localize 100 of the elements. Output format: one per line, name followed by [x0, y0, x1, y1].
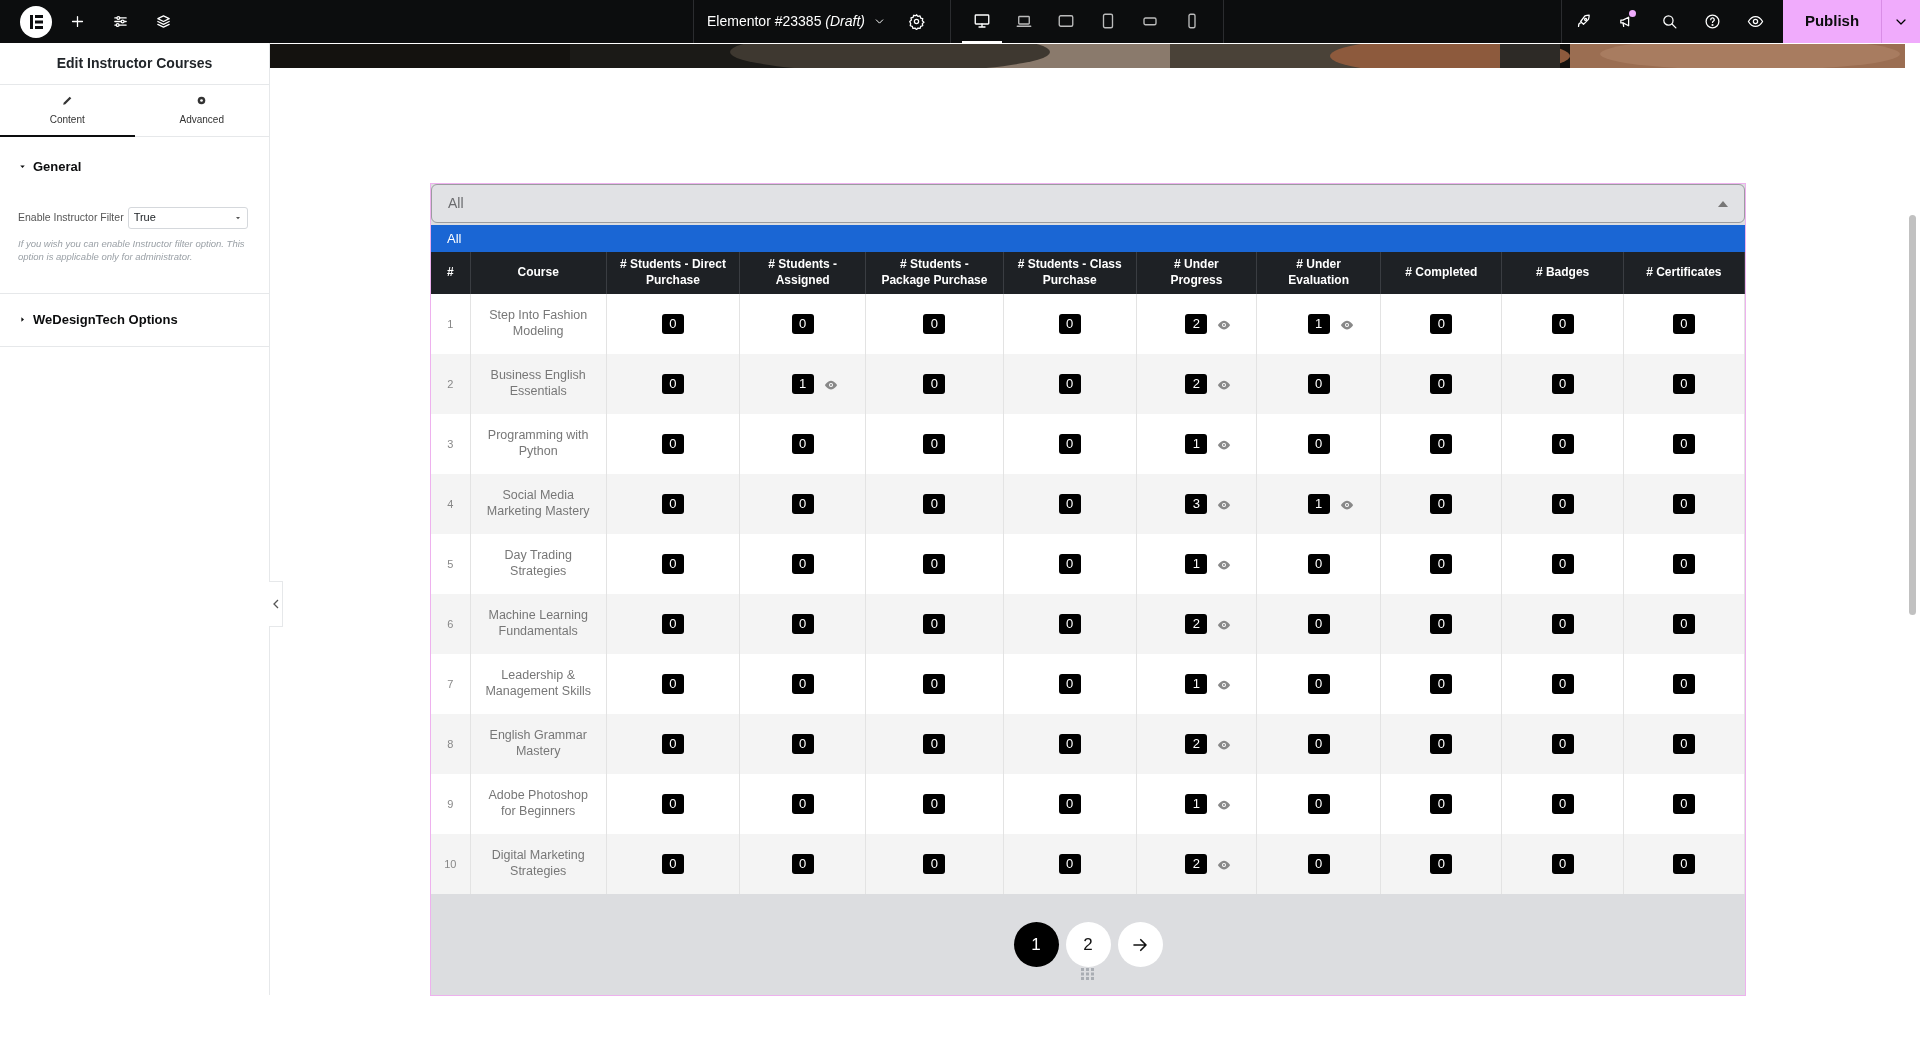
count-badge: 0 [661, 854, 684, 874]
count-badge: 1 [1307, 314, 1330, 334]
panel-tab[interactable]: Content [0, 85, 135, 137]
count-badge: 0 [1307, 734, 1330, 754]
course-name: Social Media Marketing Mastery [485, 487, 591, 520]
add-icon[interactable] [69, 13, 86, 30]
count-badge: 0 [1430, 674, 1453, 694]
row-number: 8 [447, 737, 454, 750]
count-badge: 0 [791, 734, 814, 754]
count-badge: 2 [1185, 374, 1208, 394]
count-badge: 0 [661, 614, 684, 634]
row-number: 7 [447, 677, 454, 690]
eye-icon[interactable] [1217, 618, 1232, 631]
preview-icon[interactable] [1747, 13, 1764, 30]
eye-icon[interactable] [823, 378, 838, 391]
count-badge: 0 [661, 674, 684, 694]
course-name: Day Trading Strategies [503, 547, 573, 580]
help-text: If you wish you can enable Instructor filter option. This option is applicable only for administrator. [18, 236, 246, 264]
layers-icon[interactable] [155, 13, 172, 30]
count-badge: 0 [661, 734, 684, 754]
count-badge: 0 [1551, 854, 1574, 874]
count-badge: 1 [1185, 554, 1208, 574]
column-header: # Students - Class Purchase [1003, 252, 1137, 294]
search-icon[interactable] [1661, 13, 1678, 30]
sliders-icon[interactable] [112, 13, 129, 30]
collapse-handle[interactable] [269, 581, 283, 627]
eye-icon[interactable] [1217, 438, 1232, 451]
count-badge: 0 [1672, 314, 1695, 334]
eye-icon[interactable] [1217, 498, 1232, 511]
page-button[interactable]: 1 [1013, 922, 1059, 967]
logo-icon[interactable] [20, 5, 52, 38]
eye-icon[interactable] [1217, 738, 1232, 751]
count-badge: 0 [1430, 554, 1453, 574]
dropdown-option[interactable]: All [431, 225, 1745, 252]
column-header: # Certificates [1623, 252, 1745, 294]
count-badge: 0 [1430, 314, 1453, 334]
count-badge: 0 [1058, 494, 1081, 514]
column-header: # Badges [1501, 252, 1624, 294]
count-badge: 0 [1672, 374, 1695, 394]
select-field[interactable]: True [127, 206, 248, 229]
eye-icon[interactable] [1217, 378, 1232, 391]
count-badge: 0 [1430, 854, 1453, 874]
count-badge: 0 [923, 314, 946, 334]
count-badge: 1 [1307, 494, 1330, 514]
column-header: Course [470, 252, 607, 294]
count-badge: 0 [1551, 434, 1574, 454]
eye-icon[interactable] [1217, 678, 1232, 691]
filter-select[interactable]: All [431, 184, 1745, 223]
eye-icon[interactable] [1217, 318, 1232, 331]
next-page-button[interactable] [1117, 922, 1163, 967]
eye-icon[interactable] [1217, 798, 1232, 811]
panel-tab[interactable]: Advanced [134, 85, 269, 137]
course-name: Machine Learning Fundamentals [487, 607, 589, 640]
section-header[interactable]: General [18, 157, 82, 177]
count-badge: 0 [1672, 794, 1695, 814]
count-badge: 0 [1058, 374, 1081, 394]
count-badge: 0 [1307, 794, 1330, 814]
count-badge: 0 [1307, 434, 1330, 454]
page-button[interactable]: 2 [1065, 922, 1111, 967]
count-badge: 0 [1307, 614, 1330, 634]
count-badge: 0 [923, 734, 946, 754]
column-header: # Students - Assigned [739, 252, 866, 294]
count-badge: 0 [1672, 674, 1695, 694]
desktop-icon[interactable] [973, 11, 991, 30]
count-badge: 2 [1185, 734, 1208, 754]
count-badge: 0 [923, 674, 946, 694]
row-number: 6 [447, 617, 454, 630]
publish-button[interactable]: Publish [1783, 0, 1881, 43]
count-badge: 0 [791, 434, 814, 454]
eye-icon[interactable] [1217, 858, 1232, 871]
count-badge: 0 [661, 434, 684, 454]
course-name: Programming with Python [486, 427, 590, 460]
column-header: # Students - Package Purchase [865, 252, 1004, 294]
drag-handle-icon[interactable] [1081, 967, 1095, 980]
count-badge: 0 [791, 794, 814, 814]
count-badge: 1 [791, 374, 814, 394]
count-badge: 0 [1307, 674, 1330, 694]
settings-icon[interactable] [908, 13, 925, 30]
row-number: 9 [447, 797, 454, 810]
count-badge: 2 [1185, 314, 1208, 334]
count-badge: 0 [1430, 434, 1453, 454]
eye-icon[interactable] [1339, 318, 1354, 331]
course-name: Adobe Photoshop for Beginners [487, 787, 589, 820]
count-badge: 0 [1551, 554, 1574, 574]
eye-icon[interactable] [1339, 498, 1354, 511]
count-badge: 0 [1058, 674, 1081, 694]
rocket-icon[interactable] [1575, 13, 1592, 30]
caret-up-icon [1718, 200, 1728, 207]
document-title-button[interactable]: Elementor #23385 (Draft) [706, 10, 887, 33]
eye-icon[interactable] [1217, 558, 1232, 571]
count-badge: 0 [1430, 494, 1453, 514]
scrollbar-thumb[interactable] [1909, 215, 1916, 615]
section-header[interactable]: WeDesignTech Options [18, 310, 178, 330]
field-label: Enable Instructor Filter [18, 209, 124, 225]
caret-right-icon [18, 315, 27, 325]
help-icon[interactable] [1704, 13, 1721, 30]
count-badge: 0 [661, 374, 684, 394]
count-badge: 0 [923, 614, 946, 634]
row-number: 3 [447, 437, 454, 450]
count-badge: 2 [1185, 614, 1208, 634]
